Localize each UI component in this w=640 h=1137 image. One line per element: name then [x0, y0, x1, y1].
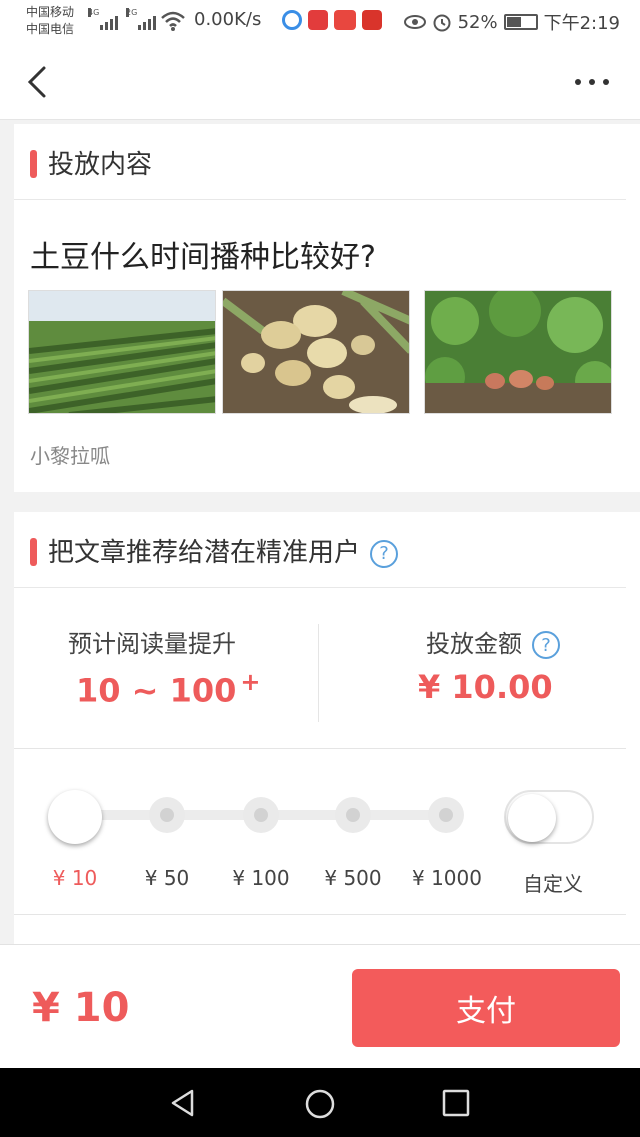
amount-option-50[interactable]: ¥ 50 [122, 866, 212, 890]
potato-plants-image [425, 291, 611, 413]
amount-help-icon[interactable]: ? [532, 631, 560, 659]
nav-recents-icon[interactable] [442, 1089, 470, 1117]
nav-home-icon[interactable] [304, 1088, 336, 1120]
nav-back-icon[interactable] [168, 1088, 198, 1118]
amount-label-row: 投放金额? [426, 624, 560, 659]
network-type-2: 2G [126, 8, 138, 17]
toggle-knob [508, 794, 556, 842]
top-nav [0, 44, 640, 120]
payment-bar: ¥ 10 支付 [0, 944, 640, 1068]
slider-stop-500[interactable] [335, 797, 371, 833]
signal-2g-icon: 2G [126, 8, 156, 30]
amount-option-100[interactable]: ¥ 100 [216, 866, 306, 890]
eye-icon [403, 15, 426, 29]
browser-app-icon [282, 10, 302, 30]
harvested-potatoes-image [223, 291, 409, 413]
amount-option-10[interactable]: ¥ 10 [30, 866, 120, 890]
total-amount: ¥ 10 [32, 985, 130, 1031]
amount-option-500[interactable]: ¥ 500 [308, 866, 398, 890]
status-bar: 中国移动 中国电信 4G 2G 0.00K/s 52% 下午2:19 [0, 0, 640, 44]
alarm-icon [433, 14, 451, 32]
section-accent-bar [30, 150, 37, 178]
amount-option-1000[interactable]: ¥ 1000 [402, 866, 492, 890]
back-button[interactable] [24, 64, 54, 100]
divider [14, 914, 626, 915]
carrier-1: 中国移动 [26, 5, 75, 19]
amount-value: ¥ 10.00 [418, 668, 553, 706]
network-type-1: 4G [88, 8, 100, 17]
network-speed: 0.00K/s [194, 9, 262, 30]
carrier-info: 中国移动 中国电信 [26, 4, 74, 38]
signal-4g-icon: 4G [88, 8, 118, 30]
system-nav-bar [0, 1068, 640, 1137]
divider [14, 748, 626, 749]
section-accent-bar [30, 538, 37, 566]
custom-amount-label[interactable]: 自定义 [508, 868, 598, 897]
status-right: 52% 下午2:19 [403, 9, 620, 35]
reads-range: 10 ~ 100 [76, 671, 237, 710]
clock: 下午2:19 [543, 13, 620, 34]
slider-stop-100[interactable] [243, 797, 279, 833]
slider-stop-1000[interactable] [428, 797, 464, 833]
pay-button[interactable]: 支付 [352, 969, 620, 1047]
help-icon[interactable]: ? [370, 539, 399, 568]
content-section-title: 投放内容 [48, 150, 153, 180]
potato-field-image [29, 291, 215, 413]
article-image-3[interactable] [424, 290, 612, 414]
article-author: 小黎拉呱 [30, 444, 110, 468]
battery-percent: 52% [457, 11, 498, 33]
video-app-icon [362, 10, 382, 30]
slider-stop-50[interactable] [149, 797, 185, 833]
article-title[interactable]: 土豆什么时间播种比较好? [30, 232, 376, 276]
wifi-icon [161, 11, 185, 31]
estimated-reads-value: 10 ~ 100 + [76, 668, 261, 710]
amount-slider-knob[interactable] [48, 790, 102, 844]
toutiao-app-icon [334, 10, 356, 30]
content-section-header: 投放内容 [14, 124, 626, 200]
carrier-2: 中国电信 [26, 22, 75, 36]
news-app-icon [308, 10, 328, 30]
custom-amount-toggle[interactable] [504, 790, 594, 844]
battery-icon [503, 14, 538, 30]
amount-label: 投放金额 [426, 630, 522, 658]
article-image-1[interactable] [28, 290, 216, 414]
promote-section-header: 把文章推荐给潜在精准用户? [14, 512, 626, 588]
article-image-2[interactable] [222, 290, 410, 414]
estimated-reads-label: 预计阅读量提升 [68, 630, 236, 658]
promote-section-title: 把文章推荐给潜在精准用户 [48, 538, 361, 568]
more-options-button[interactable] [572, 70, 612, 94]
reads-plus: + [240, 668, 261, 696]
stats-divider [318, 624, 319, 722]
promote-section-title-row: 把文章推荐给潜在精准用户? [48, 532, 399, 569]
